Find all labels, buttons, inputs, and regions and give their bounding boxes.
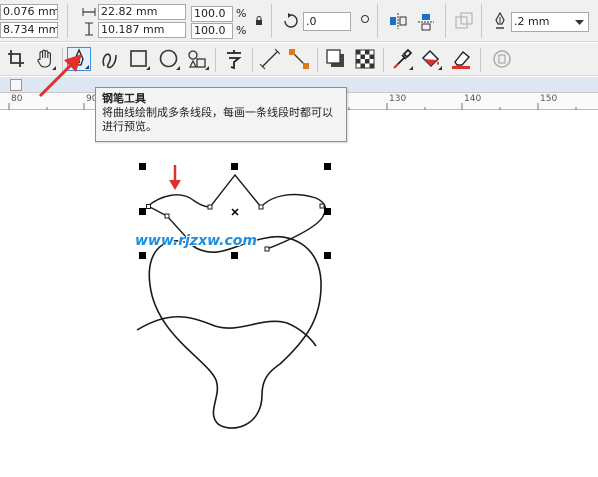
- selection-handle: [139, 252, 146, 259]
- heart-shape[interactable]: [148, 236, 322, 429]
- annotation-arrow-down: [169, 165, 181, 190]
- drawing-canvas[interactable]: [0, 0, 598, 477]
- pen-tool-tooltip: 钢笔工具 将曲线绘制成多条线段，每画一条线段时都可以进行预览。: [95, 87, 347, 142]
- path-node: [264, 246, 270, 252]
- annotation-arrow-up: [38, 54, 82, 98]
- selection-handle: [139, 163, 146, 170]
- path-node: [146, 204, 151, 209]
- tooltip-description: 将曲线绘制成多条线段，每画一条线段时都可以进行预览。: [102, 106, 333, 133]
- selection-handle: [139, 208, 146, 215]
- path-node: [258, 204, 264, 210]
- path-node: [319, 203, 325, 209]
- center-x-icon: [231, 208, 239, 216]
- selection-handle: [324, 252, 331, 259]
- tooltip-title: 钢笔工具: [102, 92, 146, 105]
- path-node: [164, 213, 170, 219]
- watermark-text: www.rjzxw.com: [135, 233, 257, 249]
- selection-handle: [231, 163, 238, 170]
- selection-handle: [324, 163, 331, 170]
- selection-handle: [324, 208, 331, 215]
- selection-handle: [231, 252, 238, 259]
- path-node: [207, 204, 213, 210]
